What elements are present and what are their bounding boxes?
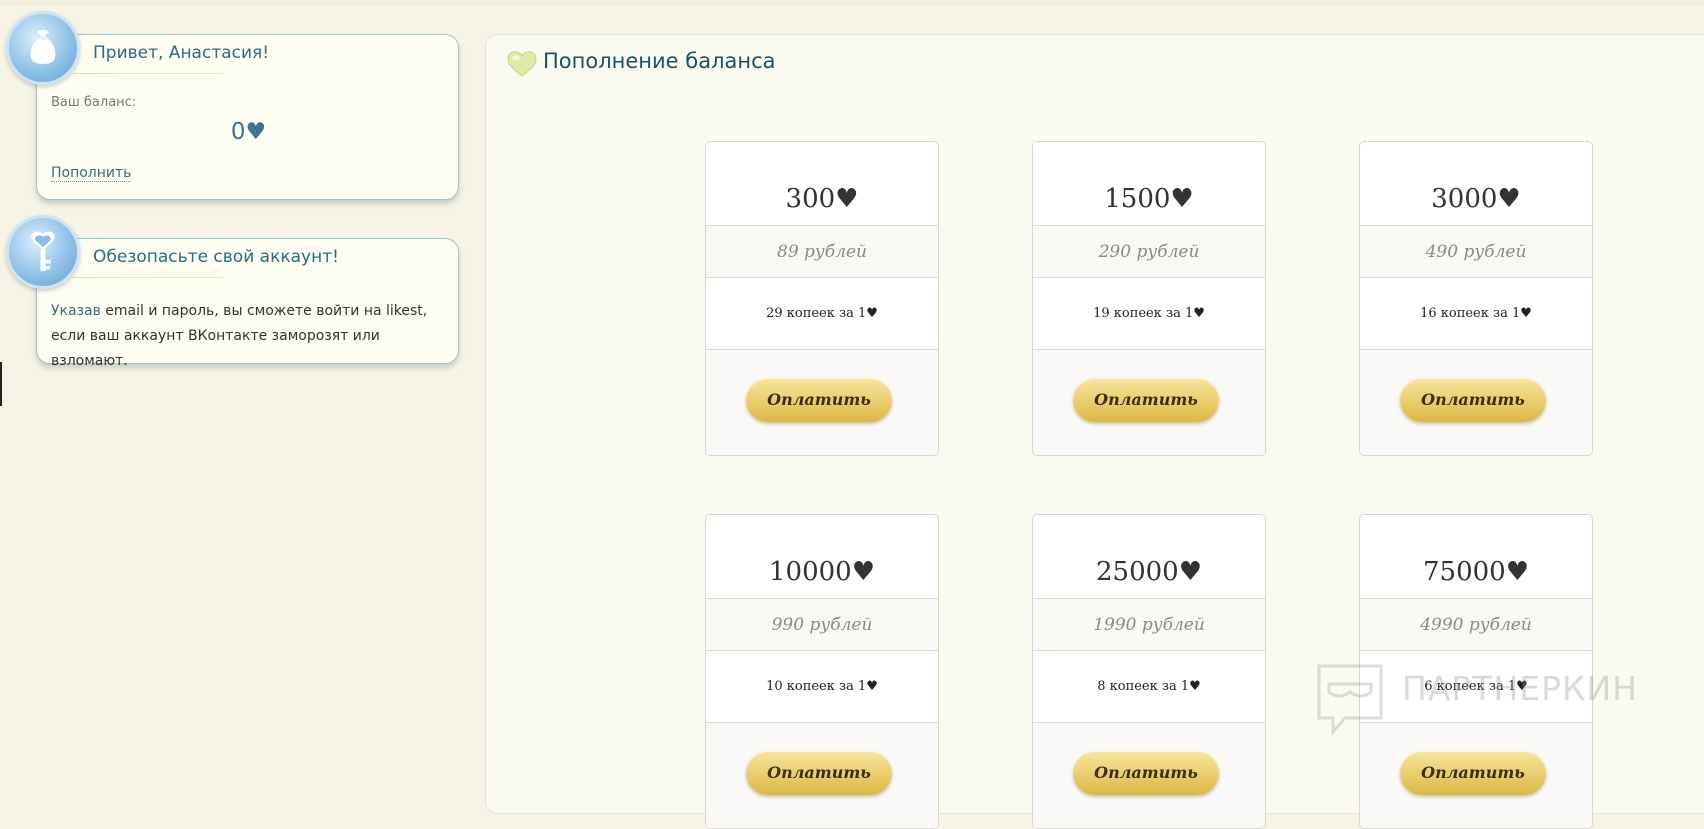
watermark-text: ПАРТНЕРКИН	[1402, 669, 1638, 708]
security-text: Указав email и пароль, вы сможете войти …	[51, 299, 451, 374]
package-amount: 3000♥	[1360, 142, 1592, 226]
pay-zone: Оплатить	[1033, 723, 1265, 828]
pay-zone: Оплатить	[706, 350, 938, 455]
package-price: 4990 рублей	[1360, 599, 1592, 651]
security-text-lead[interactable]: Указав	[51, 303, 101, 319]
pay-button[interactable]: Оплатить	[1400, 378, 1546, 422]
package-amount: 1500♥	[1033, 142, 1265, 226]
security-widget: Обезопасьте свой аккаунт! Указав email и…	[36, 238, 459, 369]
package-per-unit: 10 копеек за 1♥	[706, 651, 938, 723]
package-per-unit: 19 копеек за 1♥	[1033, 278, 1265, 350]
greeting-widget: Привет, Анастасия! Ваш баланс: 0♥ Пополн…	[36, 34, 459, 200]
package-card: 25000♥ 1990 рублей 8 копеек за 1♥ Оплати…	[1032, 514, 1266, 829]
pay-zone: Оплатить	[1360, 350, 1592, 455]
package-per-unit: 29 копеек за 1♥	[706, 278, 938, 350]
pay-button[interactable]: Оплатить	[1073, 378, 1219, 422]
security-title: Обезопасьте свой аккаунт!	[93, 247, 339, 267]
pay-zone: Оплатить	[706, 723, 938, 828]
package-card: 300♥ 89 рублей 29 копеек за 1♥ Оплатить	[705, 141, 939, 456]
watermark-logo-icon	[1315, 662, 1385, 740]
package-price: 990 рублей	[706, 599, 938, 651]
pay-button[interactable]: Оплатить	[746, 751, 892, 795]
topup-link[interactable]: Пополнить	[51, 165, 132, 182]
balance-label: Ваш баланс:	[51, 95, 137, 110]
package-price: 290 рублей	[1033, 226, 1265, 278]
greeting-title: Привет, Анастасия!	[93, 43, 270, 63]
security-text-rest: email и пароль, вы сможете войти на like…	[51, 303, 428, 369]
package-card: 3000♥ 490 рублей 16 копеек за 1♥ Оплатит…	[1359, 141, 1593, 456]
package-card: 10000♥ 990 рублей 10 копеек за 1♥ Оплати…	[705, 514, 939, 829]
pay-button[interactable]: Оплатить	[746, 378, 892, 422]
title-underline	[73, 277, 223, 278]
top-bar	[0, 0, 1704, 6]
package-card: 1500♥ 290 рублей 19 копеек за 1♥ Оплатит…	[1032, 141, 1266, 456]
balance-value: 0♥	[230, 119, 267, 145]
page-title: Пополнение баланса	[543, 49, 776, 73]
package-price: 1990 рублей	[1033, 599, 1265, 651]
title-underline	[73, 73, 223, 74]
pay-button[interactable]: Оплатить	[1073, 751, 1219, 795]
package-price: 89 рублей	[706, 226, 938, 278]
package-price: 490 рублей	[1360, 226, 1592, 278]
package-amount: 75000♥	[1360, 515, 1592, 599]
pay-zone: Оплатить	[1360, 723, 1592, 828]
pay-zone: Оплатить	[1033, 350, 1265, 455]
pay-button[interactable]: Оплатить	[1400, 751, 1546, 795]
left-edge-marker	[0, 362, 2, 406]
package-per-unit: 8 копеек за 1♥	[1033, 651, 1265, 723]
money-bag-icon	[6, 11, 80, 85]
package-amount: 25000♥	[1033, 515, 1265, 599]
package-per-unit: 16 копеек за 1♥	[1360, 278, 1592, 350]
package-amount: 300♥	[706, 142, 938, 226]
heart-key-icon	[6, 215, 80, 289]
package-amount: 10000♥	[706, 515, 938, 599]
heart-icon	[506, 50, 538, 82]
